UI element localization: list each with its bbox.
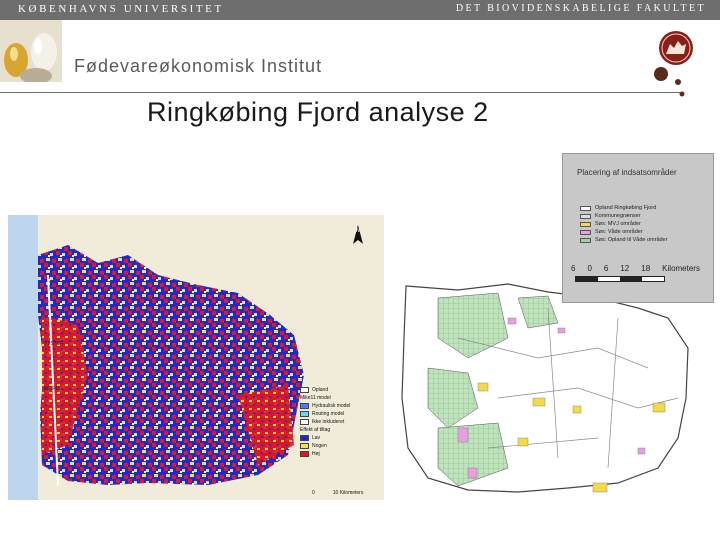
legend-swatch <box>300 435 309 441</box>
faculty-name: DET BIOVIDENSKABELIGE FAKULTET <box>455 3 706 14</box>
legend-row: Routing model <box>300 410 392 418</box>
legend-label: Mike11 model <box>300 395 331 401</box>
legend-label: Lav <box>312 435 321 441</box>
left-scale-bar: 0 10 Kilometers <box>312 490 363 496</box>
legend-swatch <box>300 443 309 449</box>
legend-label: Hydraulisk model <box>312 403 351 409</box>
north-arrow-icon: N <box>353 225 363 244</box>
legend-row: Kommunegrænser <box>580 212 667 220</box>
legend-row: Nogen <box>300 442 392 450</box>
legend-swatch <box>300 419 309 425</box>
scale-label: 6 <box>571 264 576 273</box>
university-name: KØBENHAVNS UNIVERSITET <box>18 3 224 15</box>
legend-label: Routing model <box>312 411 345 417</box>
legend-label: Kommunegrænser <box>595 213 641 219</box>
header-divider <box>0 92 680 93</box>
effect-legend: Opland Mike11 model Hydraulisk model Rou… <box>300 386 392 502</box>
legend-label: Opland Ringkøbing Fjord <box>595 205 657 211</box>
area-placement-map <box>398 278 698 500</box>
legend-label: Søs: Opland til Våde områder <box>595 237 668 243</box>
legend-row: Mike11 model <box>300 394 392 402</box>
legend-label: Høj <box>312 451 320 457</box>
legend-swatch <box>300 387 309 393</box>
svg-text:N: N <box>356 228 360 234</box>
legend-row: Søs: Våde områder <box>580 228 667 236</box>
legend-row: Lav <box>300 434 392 442</box>
legend-label: Nogen <box>312 443 327 449</box>
legend-label: Søs: MVJ områder <box>595 221 641 227</box>
legend-row: Opland Ringkøbing Fjord <box>580 204 667 212</box>
legend-row: Søs: Opland til Våde områder <box>580 236 667 244</box>
university-seal-icon <box>654 31 693 97</box>
legend-row: Søs: MVJ områder <box>580 220 667 228</box>
scale-label: 0 <box>587 264 592 273</box>
legend-label: Ikke inkluderet <box>312 419 345 425</box>
legend-swatch <box>300 451 309 457</box>
scale-label: 10 Kilometers <box>332 490 364 496</box>
legend-row: Opland <box>300 386 392 394</box>
legend-row: Effekt af tiltag <box>300 426 392 434</box>
legend-swatch <box>300 411 309 417</box>
legend-swatch <box>580 221 591 227</box>
legend-swatch <box>580 229 591 235</box>
institute-name: Fødevareøkonomisk Institut <box>74 56 323 76</box>
slide-title: Ringkøbing Fjord analyse 2 <box>147 97 489 127</box>
svg-text:VESTER: VESTER <box>44 341 64 347</box>
legend-swatch <box>580 237 591 243</box>
legend-row: Hydraulisk model <box>300 402 392 410</box>
scale-label: 6 <box>603 264 609 273</box>
scale-label: 18 <box>641 264 651 273</box>
svg-text:FJORD: FJORD <box>44 386 60 392</box>
legend-row: Høj <box>300 450 392 458</box>
scale-label: 0 <box>312 490 315 496</box>
legend-swatch <box>580 213 591 219</box>
eggs-image <box>0 20 62 82</box>
legend-label: Effekt af tiltag <box>300 427 331 433</box>
right-scale-labels: 6 0 6 12 18 Kilometers <box>571 264 700 273</box>
legend-swatch <box>580 205 591 211</box>
legend-items: Opland Ringkøbing Fjord Kommunegrænser S… <box>580 204 667 244</box>
scale-label: Kilometers <box>662 264 700 273</box>
right-scale-bar <box>575 276 665 282</box>
legend-swatch <box>300 403 309 409</box>
legend-title: Placering af indsatsområder <box>577 168 677 177</box>
legend-label: Søs: Våde områder <box>595 229 643 235</box>
top-bar: KØBENHAVNS UNIVERSITET DET BIOVIDENSKABE… <box>0 0 720 20</box>
legend-label: Opland <box>312 387 329 393</box>
legend-row: Ikke inkluderet <box>300 418 392 426</box>
scale-label: 12 <box>620 264 630 273</box>
